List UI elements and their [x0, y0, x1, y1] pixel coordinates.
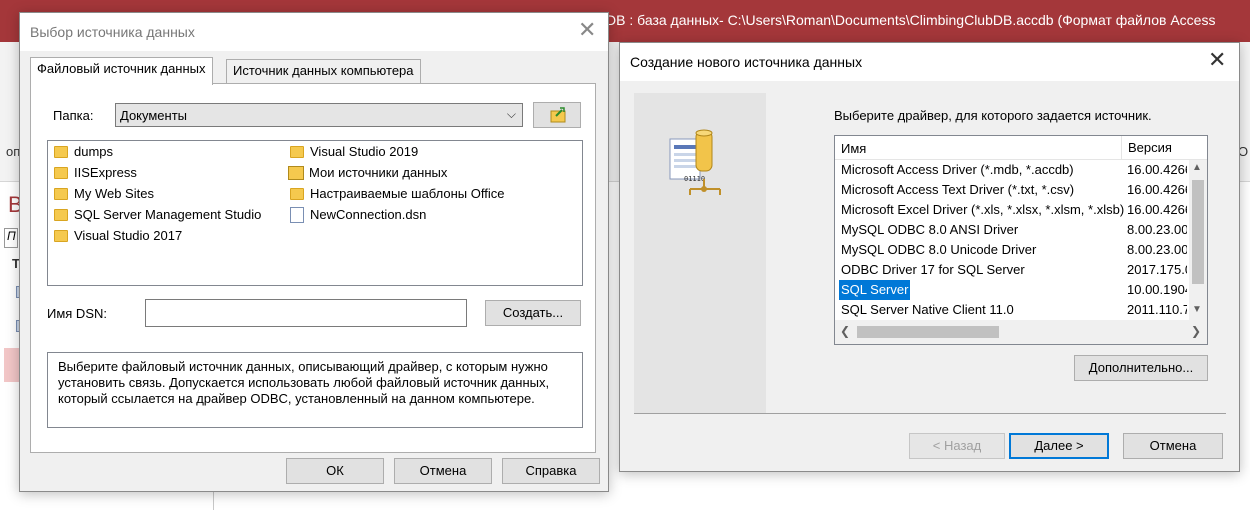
chevron-down-icon: ⌵	[506, 107, 516, 121]
file-list[interactable]: dumps IISExpress My Web Sites SQL Server…	[47, 140, 583, 286]
dialog-titlebar: Выбор источника данных ✕	[20, 13, 608, 51]
select-data-source-dialog: Выбор источника данных ✕ Файловый источн…	[19, 12, 609, 492]
create-button[interactable]: Создать...	[485, 300, 581, 326]
table-row[interactable]: Microsoft Excel Driver (*.xls, *.xlsx, *…	[835, 200, 1189, 220]
table-row[interactable]: MySQL ODBC 8.0 Unicode Driver 8.00.23.00	[835, 240, 1189, 260]
list-item[interactable]: Visual Studio 2019	[290, 142, 418, 162]
svg-text:01110: 01110	[684, 175, 705, 183]
help-button[interactable]: Справка	[502, 458, 600, 484]
list-item[interactable]: SQL Server Management Studio	[54, 205, 261, 225]
table-row-selected[interactable]: SQL Server 10.00.1904	[835, 280, 1189, 300]
ok-button[interactable]: ОК	[286, 458, 384, 484]
tab-file-data-source[interactable]: Файловый источник данных	[30, 57, 213, 85]
column-header-name[interactable]: Имя	[841, 141, 866, 156]
dialog-titlebar: Создание нового источника данных ✕	[620, 43, 1239, 81]
list-header: Имя Версия	[835, 136, 1207, 160]
wizard-image-panel: 01110	[634, 93, 766, 413]
list-item[interactable]: Настраиваемые шаблоны Office	[290, 184, 504, 204]
dialog-title: Создание нового источника данных	[630, 54, 863, 70]
list-item[interactable]: NewConnection.dsn	[290, 205, 426, 225]
table-row[interactable]: Microsoft Access Text Driver (*.txt, *.c…	[835, 180, 1189, 200]
folder-value: Документы	[120, 108, 188, 123]
chevron-down-icon[interactable]: ▼	[1192, 304, 1202, 315]
odbc-wizard-icon: 01110	[669, 129, 721, 195]
folder-icon	[54, 208, 68, 221]
cancel-button[interactable]: Отмена	[394, 458, 492, 484]
dsn-name-label: Имя DSN:	[47, 306, 107, 321]
chevron-up-icon[interactable]: ▲	[1192, 162, 1202, 173]
dialog-title: Выбор источника данных	[30, 24, 195, 40]
list-item[interactable]: Мои источники данных	[288, 163, 447, 183]
chevron-right-icon[interactable]: ❯	[1191, 324, 1201, 338]
list-item[interactable]: IISExpress	[54, 163, 137, 183]
close-icon[interactable]: ✕	[578, 19, 596, 41]
back-button[interactable]: < Назад	[909, 433, 1005, 459]
folder-icon	[54, 166, 68, 179]
folder-label: Папка:	[53, 108, 94, 123]
new-folder-button[interactable]	[533, 102, 581, 128]
table-row[interactable]: MySQL ODBC 8.0 ANSI Driver 8.00.23.00	[835, 220, 1189, 240]
table-row[interactable]: Microsoft Access Driver (*.mdb, *.accdb)…	[835, 160, 1189, 180]
close-icon[interactable]: ✕	[1208, 49, 1226, 71]
folder-icon	[54, 187, 68, 200]
chevron-left-icon[interactable]: ❮	[840, 324, 850, 338]
scrollbar-thumb[interactable]	[1192, 180, 1204, 284]
vertical-scrollbar[interactable]: ▲ ▼	[1189, 160, 1207, 320]
folder-icon	[290, 187, 304, 200]
dsn-file-icon	[290, 206, 304, 223]
table-row[interactable]: SQL Server Native Client 11.0 2011.110.7	[835, 300, 1189, 320]
nav-search-input[interactable]: П	[4, 228, 18, 248]
list-item[interactable]: My Web Sites	[54, 184, 154, 204]
folder-icon	[54, 145, 68, 158]
create-new-data-source-dialog: Создание нового источника данных ✕ 01110…	[619, 42, 1240, 472]
advanced-button[interactable]: Дополнительно...	[1074, 355, 1208, 381]
table-row[interactable]: ODBC Driver 17 for SQL Server 2017.175.0	[835, 260, 1189, 280]
folder-icon	[290, 145, 304, 158]
horizontal-scrollbar[interactable]: ❮ ❯	[835, 320, 1207, 344]
separator	[634, 413, 1226, 414]
dsn-name-field[interactable]	[145, 299, 467, 327]
driver-list[interactable]: Имя Версия Microsoft Access Driver (*.md…	[834, 135, 1208, 345]
description-text: Выберите файловый источник данных, описы…	[47, 352, 583, 428]
tab-panel: Папка: Документы ⌵ dumps IISExpress My W…	[30, 83, 596, 453]
column-header-version[interactable]: Версия	[1121, 136, 1187, 160]
folder-icon	[54, 229, 68, 242]
new-folder-icon	[550, 107, 566, 123]
scrollbar-thumb[interactable]	[857, 326, 999, 338]
list-item[interactable]: Visual Studio 2017	[54, 226, 182, 246]
next-button[interactable]: Далее >	[1009, 433, 1109, 459]
folder-combobox[interactable]: Документы ⌵	[115, 103, 523, 127]
tab-bar: Файловый источник данных Источник данных…	[30, 57, 596, 85]
cancel-button[interactable]: Отмена	[1123, 433, 1223, 459]
access-window-title: DB : база данных- C:\Users\Roman\Documen…	[606, 12, 1216, 28]
tab-machine-data-source[interactable]: Источник данных компьютера	[226, 59, 421, 83]
list-item[interactable]: dumps	[54, 142, 113, 162]
data-sources-folder-icon	[288, 165, 304, 180]
driver-prompt: Выберите драйвер, для которого задается …	[834, 108, 1152, 123]
